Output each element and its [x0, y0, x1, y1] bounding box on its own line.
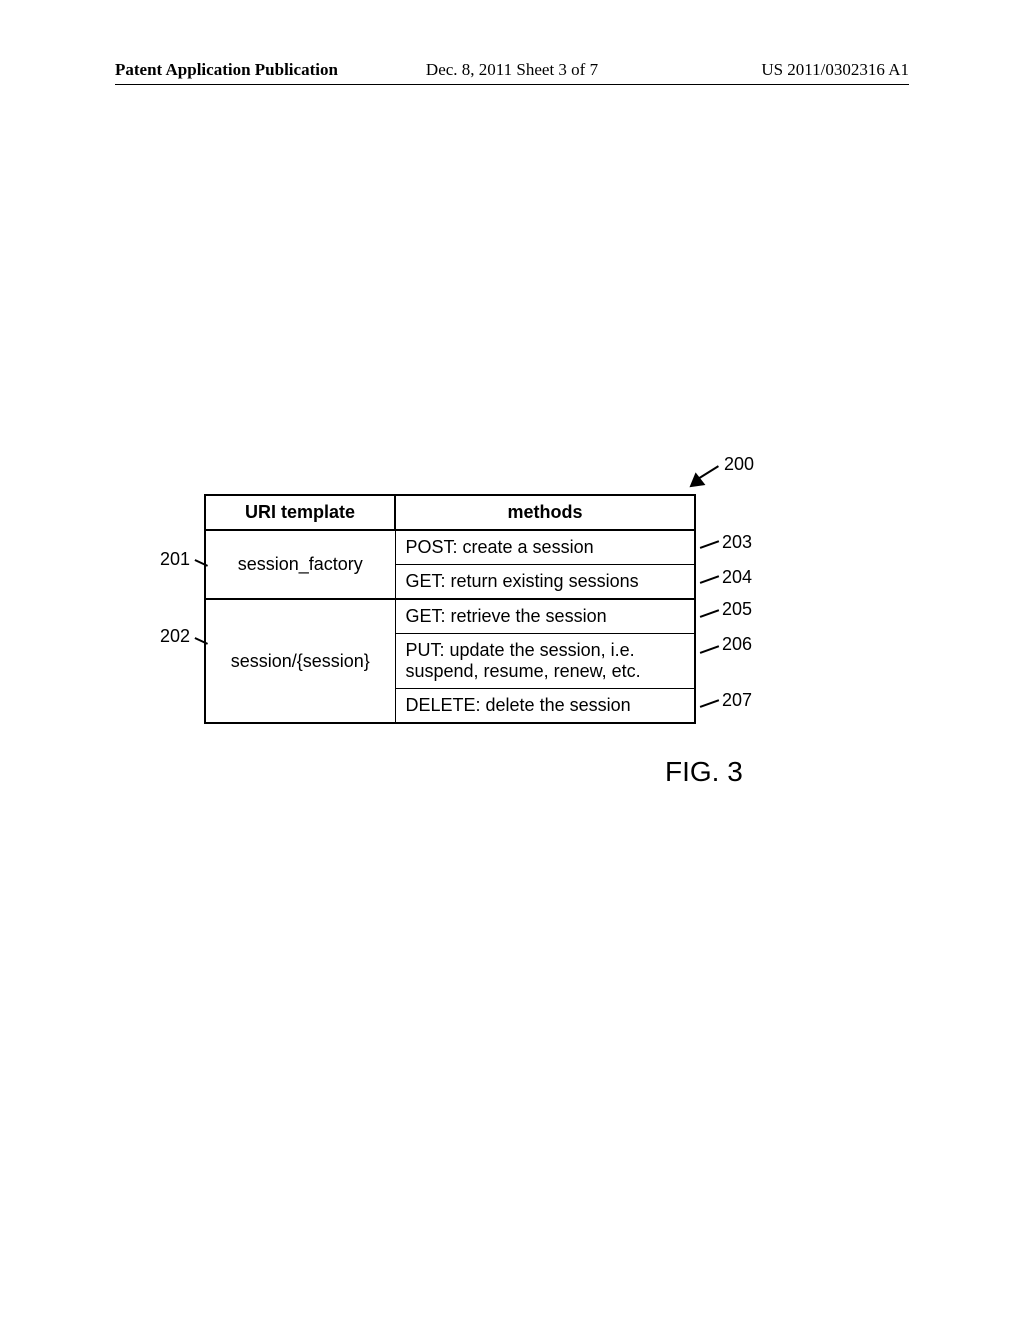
callout-203-line [700, 540, 719, 548]
cell-post-create: POST: create a session [395, 530, 695, 565]
callout-201: 201 [160, 549, 190, 570]
callout-206: 206 [722, 634, 752, 655]
cell-session-factory: session_factory [205, 530, 395, 599]
callout-200: 200 [724, 454, 754, 475]
cell-get-retrieve: GET: retrieve the session [395, 599, 695, 634]
callout-205-line [700, 609, 719, 617]
header-date-sheet: Dec. 8, 2011 Sheet 3 of 7 [426, 60, 598, 80]
cell-get-existing: GET: return existing sessions [395, 565, 695, 600]
cell-put-update: PUT: update the session, i.e. suspend, r… [395, 634, 695, 689]
header-publication: Patent Application Publication [115, 60, 338, 80]
callout-204-line [700, 575, 719, 583]
callout-205: 205 [722, 599, 752, 620]
header-uri-template: URI template [205, 495, 395, 530]
figure-label: FIG. 3 [665, 756, 743, 788]
header-methods: methods [395, 495, 695, 530]
callout-203: 203 [722, 532, 752, 553]
callout-202: 202 [160, 626, 190, 647]
header-patent-number: US 2011/0302316 A1 [761, 60, 909, 80]
page-header: Patent Application Publication Dec. 8, 2… [0, 60, 1024, 85]
callout-207-line [700, 699, 719, 707]
callout-207: 207 [722, 690, 752, 711]
callout-206-line [700, 645, 719, 653]
uri-methods-table: URI template methods session_factory POS… [204, 494, 696, 724]
callout-204: 204 [722, 567, 752, 588]
cell-delete: DELETE: delete the session [395, 689, 695, 724]
cell-session-session: session/{session} [205, 599, 395, 723]
